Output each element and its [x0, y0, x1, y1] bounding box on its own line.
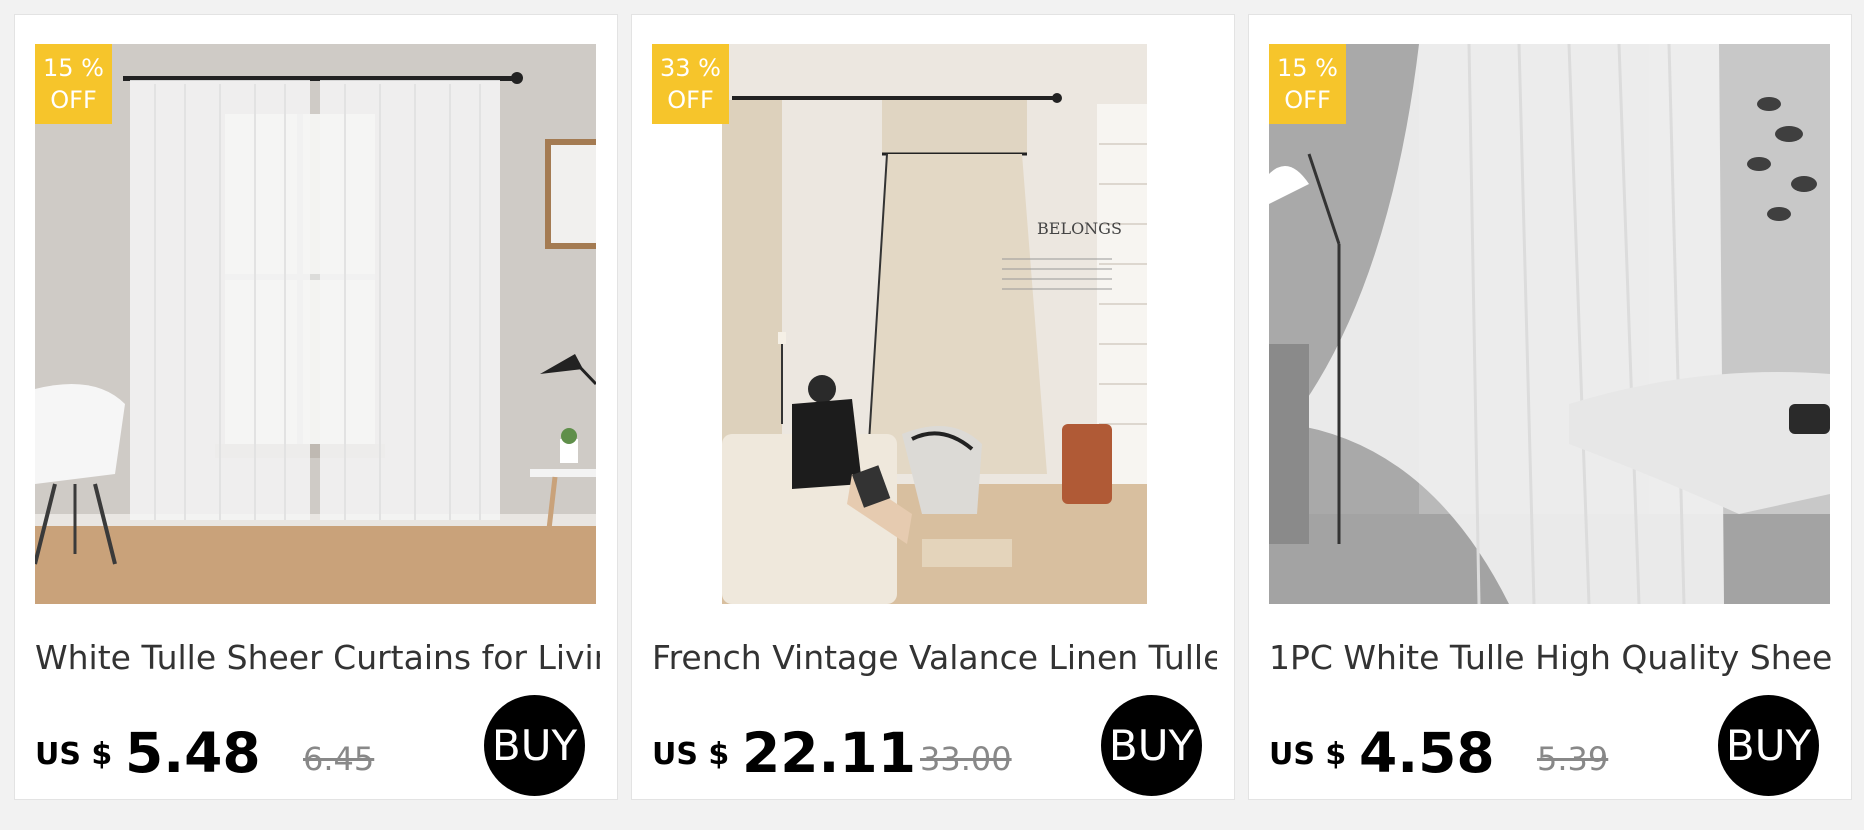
discount-off-label: OFF	[1284, 86, 1331, 114]
product-photo-sheer-tulle	[1269, 44, 1830, 604]
discount-percent: 33 %	[660, 54, 721, 82]
discount-badge: 33 % OFF	[652, 44, 729, 124]
discount-percent: 15 %	[43, 54, 104, 82]
discount-badge: 15 % OFF	[1269, 44, 1346, 124]
currency-label: US $	[35, 737, 113, 772]
original-price: 33.00	[920, 740, 1012, 778]
product-image[interactable]	[1269, 44, 1830, 604]
current-price: 22.11	[742, 721, 916, 785]
currency-label: US $	[652, 737, 730, 772]
buy-button[interactable]: BUY	[484, 695, 585, 796]
original-price: 6.45	[303, 740, 375, 778]
product-card[interactable]: 15 % OFF 1PC White Tulle High Quality Sh…	[1248, 14, 1852, 800]
buy-button[interactable]: BUY	[1718, 695, 1819, 796]
product-title[interactable]: 1PC White Tulle High Quality Sheer	[1269, 638, 1834, 677]
product-card[interactable]: BELONGS 33 % OFF French Vintage Valance …	[631, 14, 1235, 800]
current-price: 4.58	[1359, 721, 1495, 785]
product-title[interactable]: French Vintage Valance Linen Tulle	[652, 638, 1217, 677]
product-photo-curtains-living-room	[35, 44, 596, 604]
product-photo-vintage-valance: BELONGS	[652, 44, 1213, 604]
discount-percent: 15 %	[1277, 54, 1338, 82]
product-image[interactable]	[35, 44, 596, 604]
original-price: 5.39	[1537, 740, 1609, 778]
product-title[interactable]: White Tulle Sheer Curtains for Living	[35, 638, 600, 677]
buy-button[interactable]: BUY	[1101, 695, 1202, 796]
discount-off-label: OFF	[667, 86, 714, 114]
discount-badge: 15 % OFF	[35, 44, 112, 124]
product-card[interactable]: 15 % OFF White Tulle Sheer Curtains for …	[14, 14, 618, 800]
currency-label: US $	[1269, 737, 1347, 772]
product-grid: 15 % OFF White Tulle Sheer Curtains for …	[14, 14, 1852, 800]
product-image[interactable]: BELONGS	[652, 44, 1213, 604]
discount-off-label: OFF	[50, 86, 97, 114]
image-wall-text: BELONGS	[1037, 219, 1122, 238]
current-price: 5.48	[125, 721, 261, 785]
